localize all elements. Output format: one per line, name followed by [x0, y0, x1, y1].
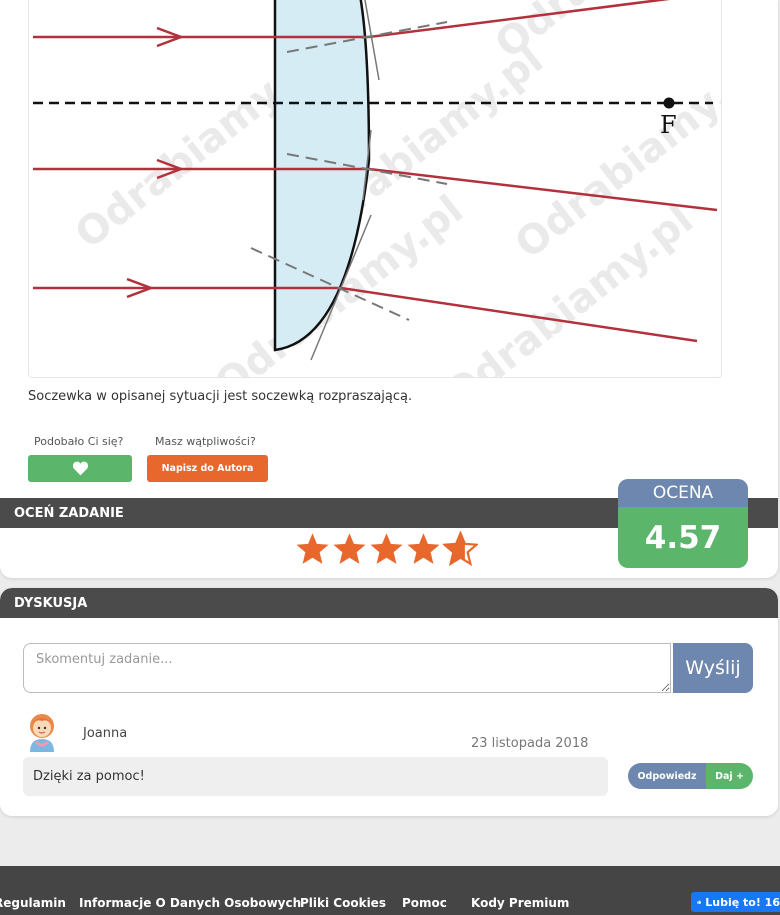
- score-value: 4.57: [618, 507, 748, 568]
- score-label: OCENA: [618, 479, 748, 507]
- send-button[interactable]: Wyślij: [673, 643, 753, 693]
- facebook-like-label: Lubię to! 16: [705, 895, 780, 909]
- footer-link-regulamin[interactable]: Regulamin: [0, 896, 66, 910]
- footer-link-help[interactable]: Pomoc: [402, 896, 447, 910]
- thumbs-up-icon: [697, 900, 702, 904]
- footer-link-premium-codes[interactable]: Kody Premium: [471, 896, 569, 910]
- footer: Regulamin Informacje O Danych Osobowych …: [0, 866, 780, 915]
- avatar-girl-icon: [30, 714, 54, 752]
- score-badge: OCENA 4.57: [618, 479, 748, 568]
- star-icon[interactable]: [406, 531, 441, 566]
- reply-button[interactable]: Odpowiedz: [628, 763, 706, 789]
- heart-icon: [72, 461, 88, 476]
- star-icon[interactable]: [332, 531, 367, 566]
- discussion-header: DYSKUSJA: [0, 588, 778, 618]
- facebook-like-button[interactable]: Lubię to! 16: [691, 892, 780, 912]
- discussion-header-title: DYSKUSJA: [14, 595, 88, 611]
- like-button[interactable]: [28, 455, 132, 482]
- lens-diagram: Odrabiamy.pl Odrabiamy.pl Odrabiamy.pl O…: [28, 0, 722, 378]
- half-star-icon[interactable]: [443, 531, 478, 566]
- write-to-author-button[interactable]: Napisz do Autora: [147, 455, 268, 482]
- footer-link-cookies[interactable]: Pliki Cookies: [300, 896, 386, 910]
- comment-author: Joanna: [83, 726, 128, 741]
- focus-point: [663, 97, 675, 109]
- footer-link-privacy[interactable]: Informacje O Danych Osobowych: [79, 896, 301, 910]
- rate-header-title: OCEŃ ZADANIE: [14, 505, 124, 521]
- watermark-layer: Odrabiamy.pl Odrabiamy.pl Odrabiamy.pl O…: [67, 0, 722, 377]
- comment-text: Dzięki za pomoc!: [23, 757, 608, 796]
- avatar: [27, 712, 57, 756]
- comment-date: 23 listopada 2018: [471, 736, 589, 751]
- watermark-text: Odrabiamy.pl: [487, 0, 722, 68]
- give-plus-button[interactable]: Daj +: [706, 763, 753, 789]
- solution-card: Odrabiamy.pl Odrabiamy.pl Odrabiamy.pl O…: [0, 0, 778, 578]
- star-icon[interactable]: [369, 531, 404, 566]
- focus-label: F: [660, 111, 677, 139]
- liked-question: Podobało Ci się?: [34, 435, 124, 448]
- solution-caption: Soczewka w opisanej sytuacji jest soczew…: [28, 389, 413, 404]
- comment-input[interactable]: [23, 643, 671, 693]
- doubts-question: Masz wątpliwości?: [155, 435, 256, 448]
- star-rating[interactable]: [295, 531, 478, 566]
- discussion-card: DYSKUSJA Wyślij Joanna 23 listopada 2018…: [0, 588, 778, 816]
- star-icon[interactable]: [295, 531, 330, 566]
